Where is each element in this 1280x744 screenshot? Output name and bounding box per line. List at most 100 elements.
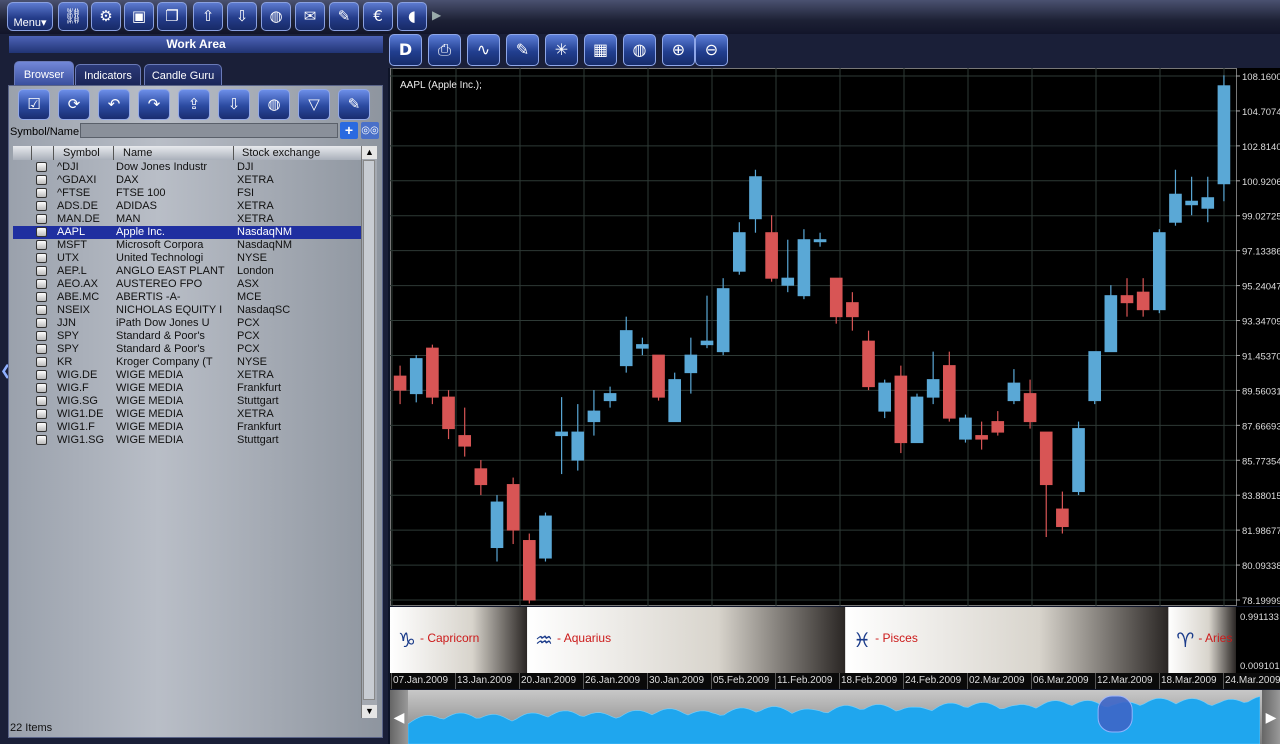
candle[interactable] bbox=[668, 372, 682, 423]
row-checkbox[interactable] bbox=[36, 279, 47, 289]
grid-icon[interactable]: ▦ bbox=[584, 34, 617, 66]
menu-button[interactable]: Menu▾ bbox=[7, 2, 53, 31]
settings-gear-icon[interactable]: ⚙ bbox=[91, 2, 121, 31]
table-row[interactable]: ^DJI Dow Jones Industr DJI bbox=[13, 161, 361, 174]
windows-icon[interactable]: ❐ bbox=[157, 2, 187, 31]
refresh-icon[interactable]: ⟳ bbox=[58, 89, 90, 120]
row-checkbox[interactable] bbox=[36, 435, 47, 445]
row-checkbox[interactable] bbox=[36, 162, 47, 172]
candle[interactable] bbox=[1072, 421, 1085, 496]
table-row[interactable]: WIG.F WIGE MEDIA Frankfurt bbox=[13, 382, 361, 395]
filter-icon[interactable]: ▽ bbox=[298, 89, 330, 120]
table-row[interactable]: AEP.L ANGLO EAST PLANT London bbox=[13, 265, 361, 278]
import-icon[interactable]: ⇩ bbox=[218, 89, 250, 120]
row-checkbox[interactable] bbox=[36, 253, 47, 263]
candle[interactable] bbox=[522, 533, 536, 604]
table-row[interactable]: ^GDAXI DAX XETRA bbox=[13, 174, 361, 187]
candle[interactable] bbox=[894, 365, 908, 454]
table-row[interactable]: ADS.DE ADIDAS XETRA bbox=[13, 200, 361, 213]
candlestick-chart[interactable]: 108.16000 104.70741 102.81402 100.92063 99.0… bbox=[390, 68, 1280, 606]
table-row[interactable]: SPY Standard & Poor's PCX bbox=[13, 330, 361, 343]
row-checkbox[interactable] bbox=[36, 266, 47, 276]
add-symbol-icon[interactable]: + bbox=[340, 122, 358, 139]
line-chart-icon[interactable]: ∿ bbox=[467, 34, 500, 66]
row-checkbox[interactable] bbox=[36, 422, 47, 432]
candle[interactable] bbox=[829, 277, 843, 324]
printer-icon[interactable]: ⎙ bbox=[428, 34, 461, 66]
overview-navigator[interactable]: ◀ ▶ bbox=[390, 690, 1280, 744]
list-scrollbar[interactable]: ▲ ▼ bbox=[361, 146, 377, 718]
speaker-icon[interactable]: ◖ bbox=[397, 2, 427, 31]
candle[interactable] bbox=[1152, 229, 1166, 314]
symbol-search-input[interactable] bbox=[80, 123, 338, 138]
cursor-star-icon[interactable]: ✳ bbox=[545, 34, 578, 66]
scroll-right-icon[interactable]: ▶ bbox=[1262, 690, 1280, 744]
d-chart-icon[interactable]: D bbox=[389, 34, 422, 66]
table-row[interactable]: KR Kroger Company (T NYSE bbox=[13, 356, 361, 369]
header-stock-exchange[interactable]: Stock exchange bbox=[242, 147, 320, 159]
candle[interactable] bbox=[797, 229, 811, 300]
zoom-in-icon[interactable]: ⊕ bbox=[662, 34, 695, 66]
row-checkbox[interactable] bbox=[36, 240, 47, 250]
table-row[interactable]: UTX United Technologi NYSE bbox=[13, 252, 361, 265]
network-icon[interactable]: ⛓ bbox=[58, 2, 88, 31]
table-row[interactable]: ABE.MC ABERTIS -A- MCE bbox=[13, 291, 361, 304]
scroll-left-icon[interactable]: ◀ bbox=[390, 690, 408, 744]
euro-icon[interactable]: € bbox=[363, 2, 393, 31]
table-row[interactable]: MAN.DE MAN XETRA bbox=[13, 213, 361, 226]
table-row[interactable]: SPY Standard & Poor's PCX bbox=[13, 343, 361, 356]
tab-candle-guru[interactable]: Candle Guru bbox=[144, 64, 222, 85]
table-row[interactable]: WIG1.F WIGE MEDIA Frankfurt bbox=[13, 421, 361, 434]
candle[interactable] bbox=[652, 354, 665, 401]
row-checkbox[interactable] bbox=[36, 292, 47, 302]
row-checkbox[interactable] bbox=[36, 370, 47, 380]
collapse-handle-icon[interactable]: ❮ bbox=[0, 340, 12, 400]
row-checkbox[interactable] bbox=[36, 383, 47, 393]
candle[interactable] bbox=[959, 414, 972, 443]
upload-icon[interactable]: ⇧ bbox=[193, 2, 223, 31]
undo-icon[interactable]: ↶ bbox=[98, 89, 130, 120]
row-checkbox[interactable] bbox=[36, 188, 47, 198]
download-icon[interactable]: ⇩ bbox=[227, 2, 257, 31]
select-all-icon[interactable]: ☑ bbox=[18, 89, 50, 120]
row-checkbox[interactable] bbox=[36, 331, 47, 341]
mail-icon[interactable]: ✉ bbox=[295, 2, 325, 31]
table-row[interactable]: JJN iPath Dow Jones U PCX bbox=[13, 317, 361, 330]
header-symbol[interactable]: Symbol bbox=[63, 147, 100, 159]
scroll-up-icon[interactable]: ▲ bbox=[362, 146, 377, 159]
export-icon[interactable]: ⇪ bbox=[178, 89, 210, 120]
row-checkbox[interactable] bbox=[36, 305, 47, 315]
draw-pen-icon[interactable]: ✎ bbox=[506, 34, 539, 66]
row-checkbox[interactable] bbox=[36, 227, 47, 237]
globe-icon[interactable]: ◍ bbox=[623, 34, 656, 66]
row-checkbox[interactable] bbox=[36, 396, 47, 406]
monitor-icon[interactable]: ▣ bbox=[124, 2, 154, 31]
mail-send-icon[interactable]: ✎ bbox=[329, 2, 359, 31]
tab-browser[interactable]: Browser bbox=[14, 61, 74, 85]
table-row[interactable]: ^FTSE FTSE 100 FSI bbox=[13, 187, 361, 200]
header-name[interactable]: Name bbox=[123, 147, 152, 159]
edit-list-icon[interactable]: ✎ bbox=[338, 89, 370, 120]
table-row[interactable]: WIG.DE WIGE MEDIA XETRA bbox=[13, 369, 361, 382]
row-checkbox[interactable] bbox=[36, 409, 47, 419]
table-row[interactable]: WIG1.SG WIGE MEDIA Stuttgart bbox=[13, 434, 361, 447]
scroll-thumb[interactable] bbox=[363, 160, 375, 700]
table-row[interactable]: NSEIX NICHOLAS EQUITY I NasdaqSC bbox=[13, 304, 361, 317]
row-checkbox[interactable] bbox=[36, 344, 47, 354]
table-row[interactable]: WIG1.DE WIGE MEDIA XETRA bbox=[13, 408, 361, 421]
candle[interactable] bbox=[426, 344, 439, 405]
zoom-out-icon[interactable]: ⊖ bbox=[695, 34, 728, 66]
row-checkbox[interactable] bbox=[36, 175, 47, 185]
overview-chart[interactable] bbox=[408, 690, 1260, 744]
row-checkbox[interactable] bbox=[36, 214, 47, 224]
row-checkbox[interactable] bbox=[36, 318, 47, 328]
overview-window-handle[interactable] bbox=[1097, 695, 1133, 733]
binoculars-icon[interactable]: ◎◎ bbox=[361, 122, 379, 139]
candle[interactable] bbox=[1217, 75, 1231, 202]
row-checkbox[interactable] bbox=[36, 357, 47, 367]
candle[interactable] bbox=[1088, 351, 1102, 405]
candle[interactable] bbox=[910, 393, 924, 444]
toolbar-overflow-icon[interactable]: ▶ bbox=[432, 8, 441, 22]
globe-icon[interactable]: ◍ bbox=[261, 2, 291, 31]
tab-indicators[interactable]: Indicators bbox=[75, 64, 141, 85]
